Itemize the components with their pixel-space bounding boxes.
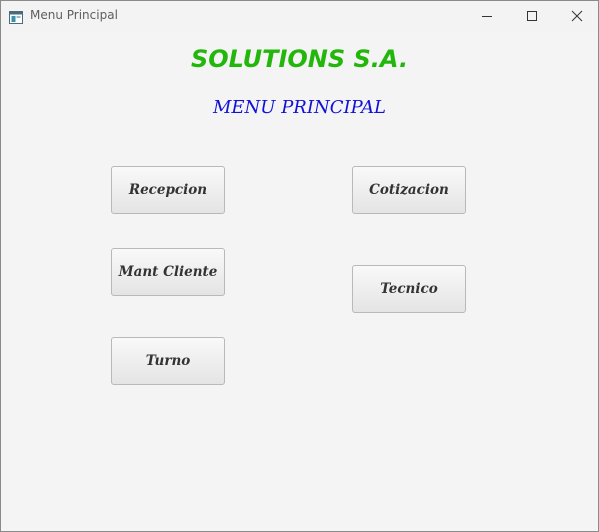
title-bar[interactable]: Menu Principal <box>1 1 598 31</box>
maximize-button[interactable] <box>509 1 555 31</box>
menu-title: MENU PRINCIPAL <box>212 97 387 118</box>
close-button[interactable] <box>554 1 598 31</box>
app-window-icon <box>9 9 23 24</box>
turno-button[interactable]: Turno <box>111 337 225 385</box>
window-title: Menu Principal <box>30 8 118 22</box>
minimize-button[interactable] <box>464 1 510 31</box>
close-icon <box>571 10 583 22</box>
minimize-icon <box>482 16 492 17</box>
tecnico-button[interactable]: Tecnico <box>352 265 466 313</box>
cotizacion-button[interactable]: Cotizacion <box>352 166 466 214</box>
maximize-icon <box>527 11 537 21</box>
company-name: SOLUTIONS S.A. <box>190 45 409 73</box>
recepcion-button[interactable]: Recepcion <box>111 166 225 214</box>
main-window: Menu Principal SOLUTIONS S.A. MENU PRINC… <box>0 0 599 532</box>
mant-cliente-button[interactable]: Mant Cliente <box>111 248 225 296</box>
